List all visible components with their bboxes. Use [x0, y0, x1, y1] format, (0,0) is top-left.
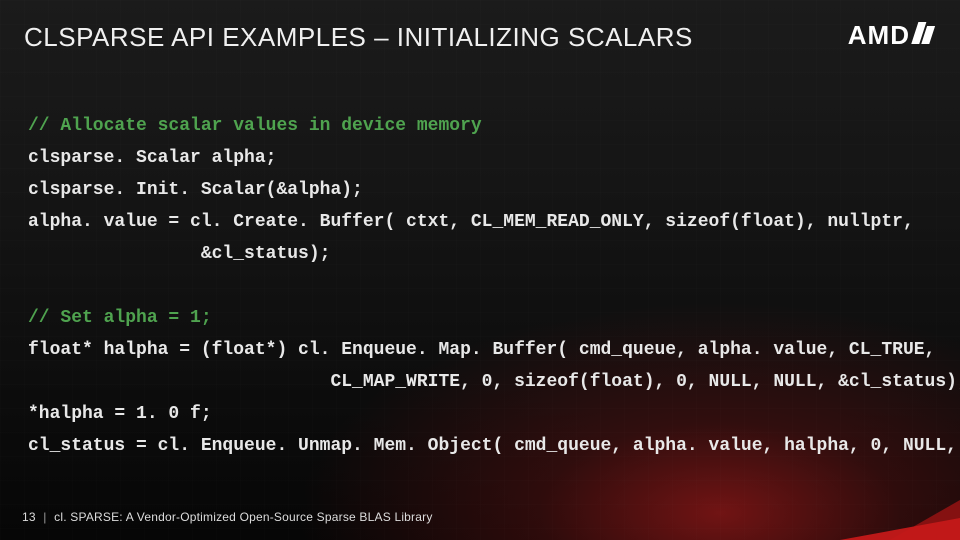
code-line: clsparse. Scalar alpha; [28, 148, 276, 168]
code-block: // Allocate scalar values in device memo… [28, 78, 932, 462]
code-line: &cl_status); [28, 244, 330, 264]
amd-logo-arrow-icon [909, 20, 937, 51]
footer: 13 | cl. SPARSE: A Vendor-Optimized Open… [22, 510, 433, 524]
code-line: CL_MAP_WRITE, 0, sizeof(float), 0, NULL,… [28, 372, 960, 392]
code-line: alpha. value = cl. Create. Buffer( ctxt,… [28, 212, 914, 232]
code-comment: // Allocate scalar values in device memo… [28, 116, 482, 136]
corner-accent-shape [840, 518, 960, 540]
page-number: 13 [22, 510, 36, 524]
amd-logo-text: AMD [848, 20, 910, 51]
footer-caption: cl. SPARSE: A Vendor-Optimized Open-Sour… [54, 510, 432, 524]
code-line: float* halpha = (float*) cl. Enqueue. Ma… [28, 340, 935, 360]
footer-separator: | [43, 510, 46, 524]
code-comment: // Set alpha = 1; [28, 308, 212, 328]
code-line: clsparse. Init. Scalar(&alpha); [28, 180, 363, 200]
code-line: cl_status = cl. Enqueue. Unmap. Mem. Obj… [28, 436, 960, 456]
slide-title: CLSPARSE API EXAMPLES – INITIALIZING SCA… [24, 22, 693, 53]
code-line: *halpha = 1. 0 f; [28, 404, 212, 424]
amd-logo: AMD [848, 20, 932, 51]
slide: CLSPARSE API EXAMPLES – INITIALIZING SCA… [0, 0, 960, 540]
